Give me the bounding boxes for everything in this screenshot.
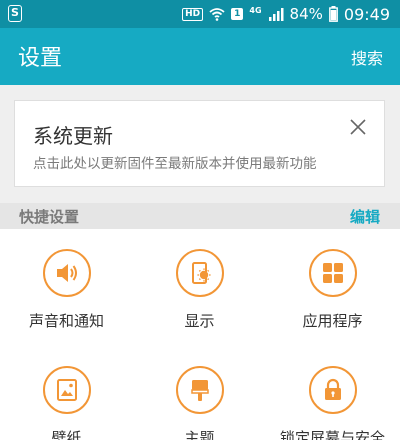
s-app-notification-icon: S [8,5,22,22]
quick-settings-header: 快捷设置 编辑 [0,203,400,229]
quick-setting-label: 主题 [184,429,215,440]
update-card-description: 点击此处以更新固件至最新版本并使用最新功能 [33,156,317,172]
app-bar: 设置 搜索 [0,28,400,85]
display-icon [175,249,224,297]
quick-settings-grid: 声音和通知 显示 应用程序 壁纸 主题 锁定屏幕与安全 [0,229,400,440]
quick-setting-label: 声音和通知 [28,312,104,330]
close-icon[interactable] [348,117,368,137]
page-title: 设置 [18,46,63,71]
quick-setting-label: 锁定屏幕与安全 [279,429,385,440]
wifi-icon [209,8,225,21]
battery-icon [328,6,338,22]
quick-setting-label: 显示 [184,312,215,330]
sim-slot-icon: 1 [231,8,244,20]
quick-settings-title: 快捷设置 [19,208,80,226]
theme-brush-icon [175,366,224,414]
apps-grid-icon [308,249,357,297]
quick-setting-lock-screen-security[interactable]: 锁定屏幕与安全 [266,366,399,440]
status-icons: HD 1 4G 84% 09:49 [182,4,390,24]
battery-percent: 84% [289,5,323,23]
wallpaper-icon [42,366,91,414]
quick-setting-wallpaper[interactable]: 壁纸 [0,366,133,440]
system-update-card[interactable]: 系统更新 点击此处以更新固件至最新版本并使用最新功能 [14,100,385,187]
status-bar: S HD 1 4G 84% 09:49 [0,0,400,28]
speaker-icon [42,249,91,297]
hd-voice-icon: HD [182,7,204,21]
quick-setting-sound-notifications[interactable]: 声音和通知 [0,249,133,331]
update-card-title: 系统更新 [33,124,113,148]
quick-setting-applications[interactable]: 应用程序 [266,249,399,331]
signal-icon [268,8,284,21]
quick-setting-label: 壁纸 [51,429,82,440]
clock: 09:49 [343,4,390,24]
network-type-label: 4G [249,5,262,15]
search-button[interactable]: 搜索 [351,45,383,69]
quick-setting-display[interactable]: 显示 [133,249,266,331]
edit-button[interactable]: 编辑 [350,206,380,227]
quick-setting-themes[interactable]: 主题 [133,366,266,440]
lock-icon [308,366,357,414]
quick-setting-label: 应用程序 [302,312,363,330]
